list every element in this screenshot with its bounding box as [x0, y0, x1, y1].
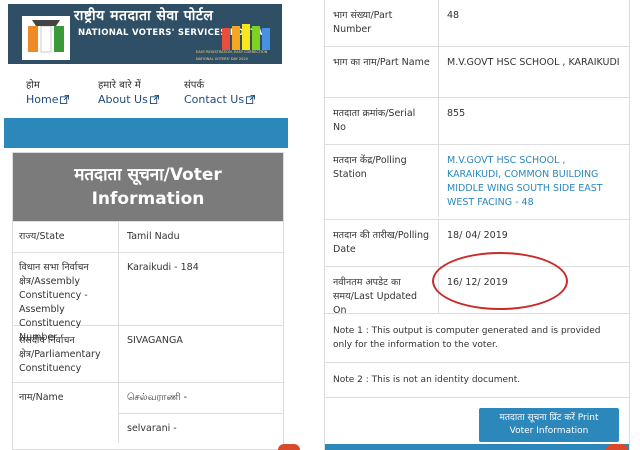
part-name-label: भाग का नाम/Part Name — [325, 47, 439, 97]
banner-tagline: EASY REGISTRATION, EASY CORRECTION — [196, 50, 268, 54]
section-divider-bar — [4, 118, 288, 148]
page-edge-mark — [278, 444, 300, 450]
serial-no-value: 855 — [447, 108, 466, 119]
footer-bar — [325, 444, 629, 450]
assembly-constituency-value: Karaikudi - 184 — [127, 262, 199, 273]
external-link-icon — [60, 95, 70, 104]
right-panel: भाग संख्या/Part Number 48 भाग का नाम/Par… — [324, 0, 630, 450]
part-number-label: भाग संख्या/Part Number — [325, 0, 439, 46]
banner-hindi-title: राष्ट्रीय मतदाता सेवा पोर्टल — [74, 8, 214, 24]
polling-station-link[interactable]: M.V.GOVT HSC SCHOOL , KARAIKUDI, COMMON … — [439, 145, 629, 219]
polling-date-label: मतदान की तारीख/Polling Date — [325, 220, 439, 266]
nav-contact-label[interactable]: Contact Us — [184, 92, 244, 108]
panel-gap — [288, 0, 324, 450]
print-voter-info-button[interactable]: मतदाता सूचना प्रिंट करें Print Voter Inf… — [479, 408, 619, 442]
serial-no-label: मतदाता क्रमांक/Serial No — [325, 98, 439, 144]
name-tamil: செல்வராணி - — [127, 392, 188, 403]
print-button-line1: मतदाता सूचना प्रिंट करें Print — [499, 413, 599, 423]
nav-home-hindi: होम — [26, 80, 40, 91]
print-area: मतदाता सूचना प्रिंट करें Print Voter Inf… — [325, 398, 629, 448]
eci-logo-icon — [22, 16, 70, 60]
nav-about[interactable]: हमारे बारे में About Us — [98, 80, 159, 108]
nav-contact[interactable]: संपर्क Contact Us — [184, 80, 256, 108]
state-value: Tamil Nadu — [127, 231, 180, 242]
note-1: Note 1 : This output is computer generat… — [325, 314, 629, 363]
highlight-circle — [432, 252, 568, 310]
table-row: विधान सभा निर्वाचन क्षेत्र/Assembly Cons… — [13, 252, 283, 343]
external-link-icon — [149, 95, 159, 104]
last-updated-label: नवीनतम अपडेट का समय/Last Updated On — [325, 267, 439, 316]
print-button-line2: Voter Information — [509, 426, 589, 436]
parliamentary-constituency-label: संसदीय निर्वाचन क्षेत्र/Parliamentary Co… — [13, 326, 119, 382]
polling-station-label: मतदान केंद्र/Polling Station — [325, 145, 439, 217]
table-row: भाग का नाम/Part Name M.V.GOVT HSC SCHOOL… — [325, 47, 629, 98]
voter-info-heading-line2: Information — [91, 189, 205, 209]
part-name-value: M.V.GOVT HSC SCHOOL , KARAIKUDI — [447, 57, 620, 68]
left-panel: राष्ट्रीय मतदाता सेवा पोर्टल NATIONAL VO… — [4, 0, 288, 450]
table-row: नाम/Name செல்வராணி - selvarani - — [13, 382, 283, 444]
external-link-icon — [246, 95, 256, 104]
table-row: संसदीय निर्वाचन क्षेत्र/Parliamentary Co… — [13, 325, 283, 382]
nav-about-hindi: हमारे बारे में — [98, 80, 141, 91]
top-nav: होम Home हमारे बारे में About Us संपर्क … — [26, 80, 276, 112]
note-2: Note 2 : This is not an identity documen… — [325, 363, 629, 398]
name-label: नाम/Name — [13, 383, 119, 443]
parliamentary-constituency-value: SIVAGANGA — [127, 335, 183, 346]
table-row: भाग संख्या/Part Number 48 — [325, 0, 629, 47]
assembly-constituency-label: विधान सभा निर्वाचन क्षेत्र/Assembly Cons… — [13, 253, 119, 343]
table-row: मतदान केंद्र/Polling Station M.V.GOVT HS… — [325, 145, 629, 220]
nav-contact-hindi: संपर्क — [184, 80, 205, 91]
part-number-value: 48 — [447, 10, 460, 21]
name-english: selvarani - — [119, 413, 283, 436]
nav-about-label[interactable]: About Us — [98, 92, 148, 108]
name-value: செல்வராணி - selvarani - — [119, 383, 283, 444]
voter-info-heading-line1: मतदाता सूचना/Voter — [74, 165, 222, 185]
voter-info-card: मतदाता सूचना/Voter Information राज्य/Sta… — [12, 152, 284, 450]
portal-banner[interactable]: राष्ट्रीय मतदाता सेवा पोर्टल NATIONAL VO… — [8, 4, 282, 64]
state-label: राज्य/State — [13, 222, 119, 252]
table-row: राज्य/State Tamil Nadu — [13, 221, 283, 252]
nav-home-label[interactable]: Home — [26, 92, 58, 108]
banner-tagline-2: NATIONAL VOTERS' DAY 2020 — [196, 57, 248, 61]
table-row: मतदाता क्रमांक/Serial No 855 — [325, 98, 629, 145]
nav-home[interactable]: होम Home — [26, 80, 70, 108]
page-edge-mark-right — [606, 444, 628, 450]
voter-info-heading: मतदाता सूचना/Voter Information — [13, 153, 283, 221]
